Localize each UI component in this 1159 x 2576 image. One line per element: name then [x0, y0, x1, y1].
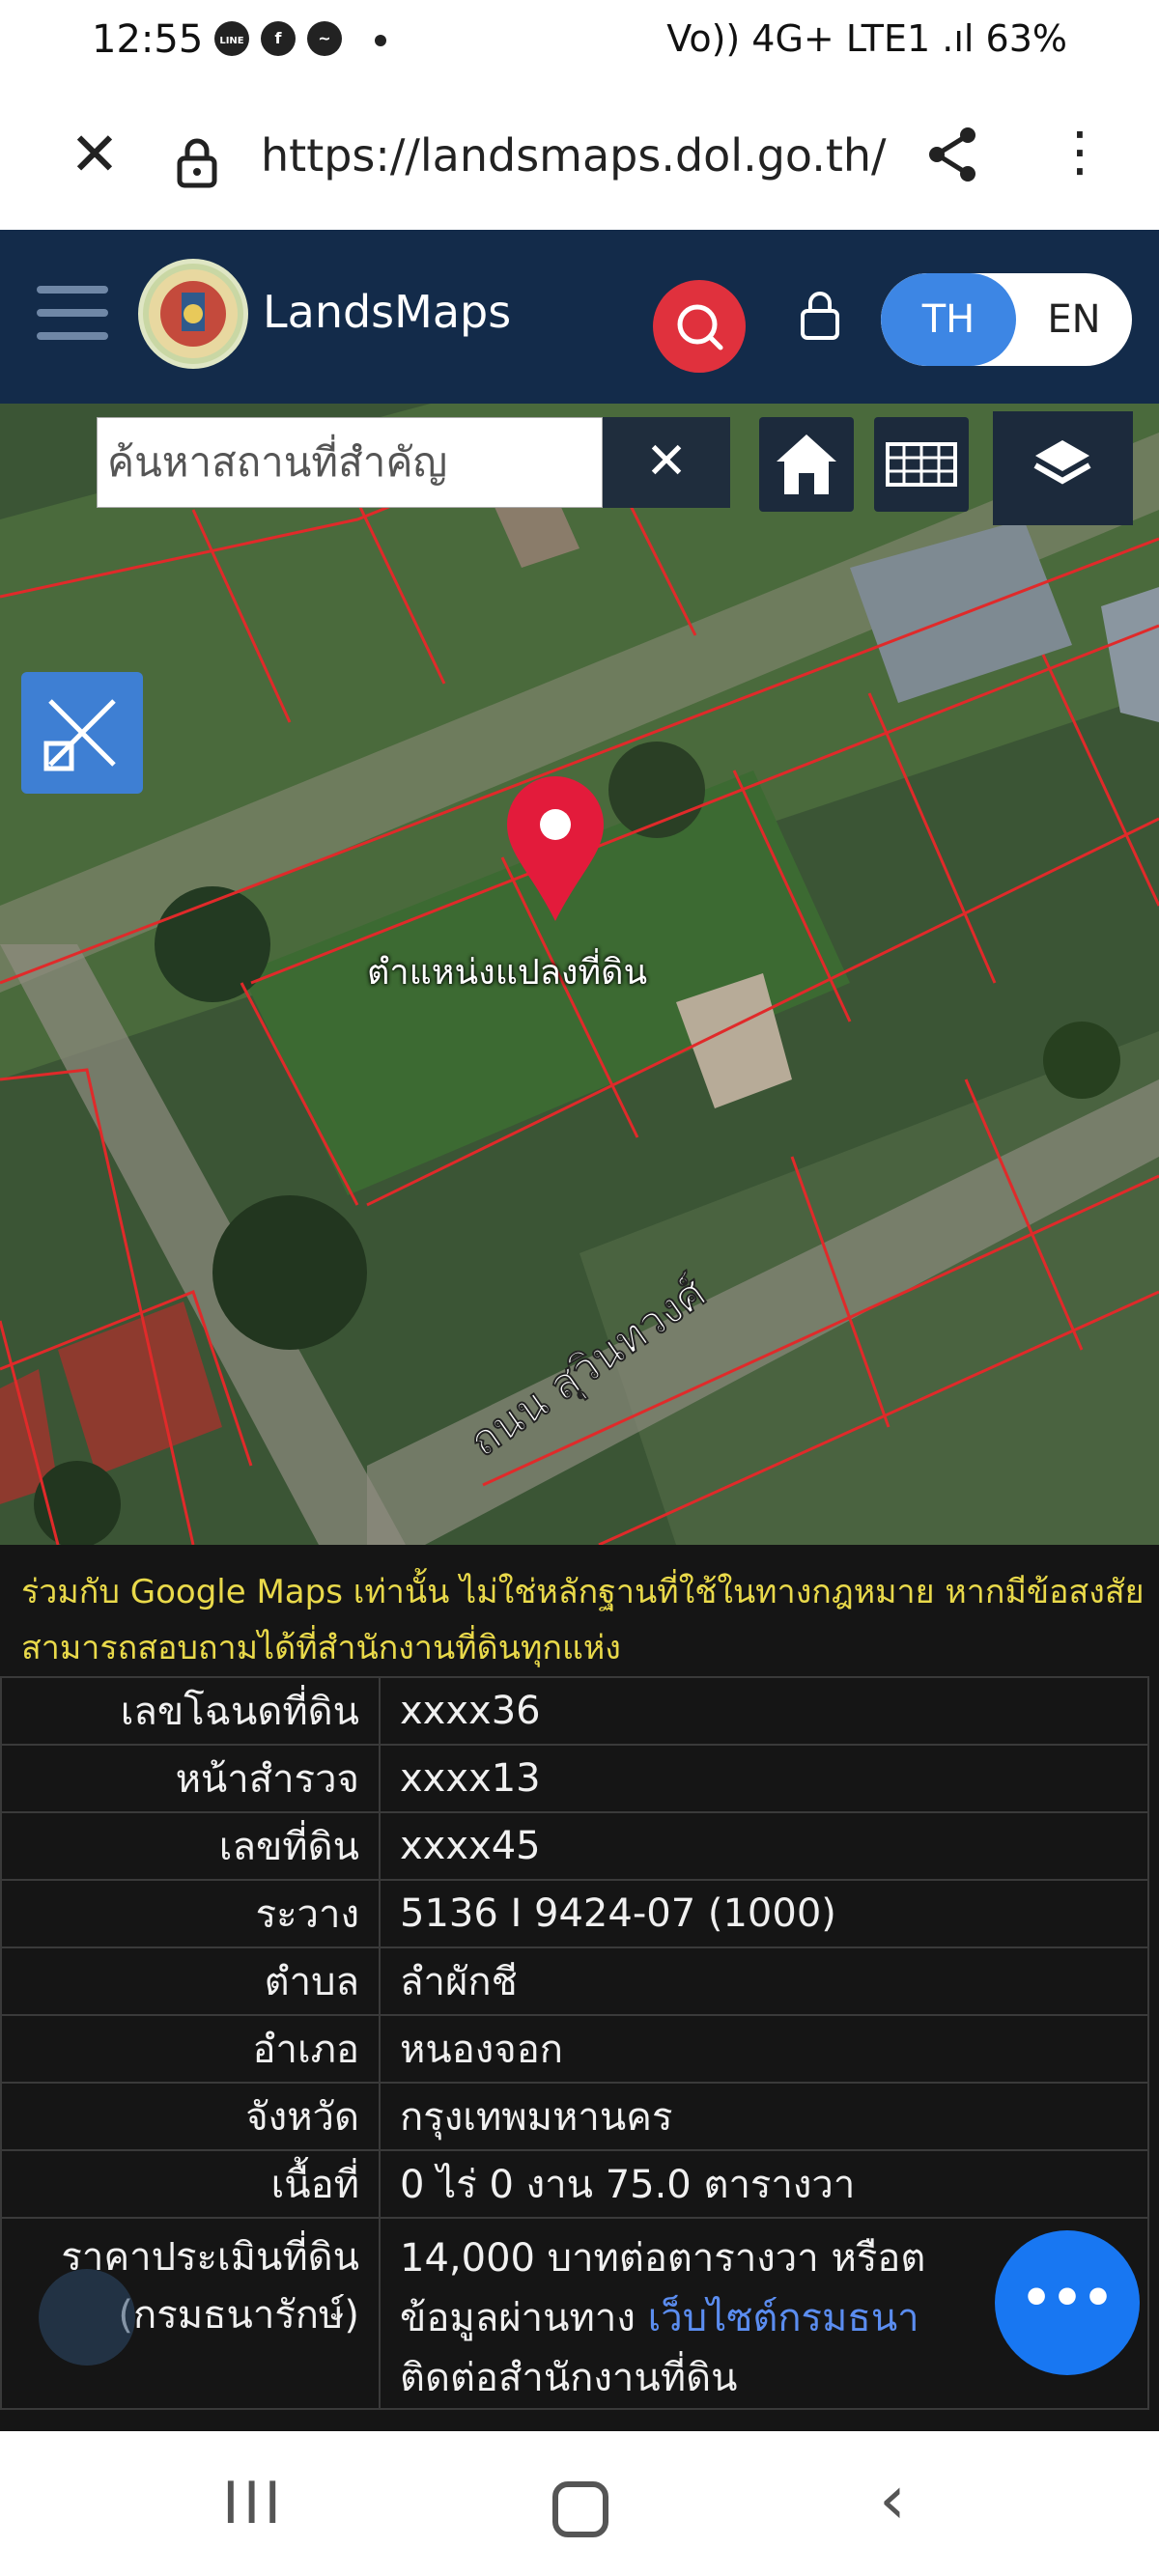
parcel-info-table: เลขโฉนดที่ดิน xxxx36 หน้าสำรวจ xxxx13 เลขท… [0, 1676, 1149, 2410]
row-value: xxxx45 [379, 1811, 1149, 1881]
hamburger-menu-icon[interactable] [37, 286, 108, 344]
status-indicators: Vo)) 4G+ LTE1 .ıl 63% [666, 17, 1067, 60]
close-tab-icon[interactable]: ✕ [70, 125, 120, 184]
row-value: ลำผักชี [379, 1946, 1149, 2016]
facebook-icon: f [261, 21, 296, 56]
android-nav-bar: III ‹ [0, 2431, 1159, 2576]
row-label: อำเภอ [0, 2014, 381, 2084]
recent-apps-icon[interactable]: III [222, 2470, 285, 2537]
dol-logo [138, 259, 248, 369]
table-row: เลขโฉนดที่ดิน xxxx36 [0, 1676, 1149, 1746]
row-label: เลขที่ดิน [0, 1811, 381, 1881]
table-row: หน้าสำรวจ xxxx13 [0, 1744, 1149, 1813]
dot-icon [375, 35, 386, 46]
back-icon[interactable]: ‹ [879, 2460, 906, 2539]
browser-url-bar: ✕ https://landsmaps.dol.go.th/ ⋮ [0, 87, 1159, 230]
price-row: ราคาประเมินที่ดิน (กรมธนารักษ์) 14,000 บ… [0, 2217, 1149, 2410]
ruler-pencil-icon [43, 699, 116, 771]
row-value: 5136 I 9424-07 (1000) [379, 1879, 1149, 1948]
app-header: LandsMaps TH EN [0, 230, 1159, 404]
login-lock-icon[interactable] [798, 290, 842, 346]
price-line2-prefix: ข้อมูลผ่านทาง [400, 2296, 648, 2340]
lock-icon[interactable] [174, 135, 220, 193]
basemap-home-button[interactable] [759, 417, 854, 512]
table-row: อำเภอ หนองจอก [0, 2014, 1149, 2084]
grid-button[interactable] [874, 417, 969, 512]
row-value: xxxx13 [379, 1744, 1149, 1813]
row-label: เลขโฉนดที่ดิน [0, 1676, 381, 1746]
row-label: ตำบล [0, 1946, 381, 2016]
clear-search-icon[interactable]: ✕ [603, 417, 730, 508]
table-row: เนื้อที่ 0 ไร่ 0 งาน 75.0 ตารางวา [0, 2149, 1149, 2219]
layers-button[interactable] [993, 411, 1133, 525]
search-icon [677, 304, 723, 350]
accessibility-icon[interactable] [39, 2269, 135, 2366]
status-bar: 12:55 LINE f ~ Vo)) 4G+ LTE1 .ıl 63% [0, 0, 1159, 87]
more-options-icon[interactable]: ⋮ [1053, 124, 1107, 182]
measure-tool-button[interactable] [21, 672, 143, 794]
legal-disclaimer: ร่วมกับ Google Maps เท่านั้น ไม่ใช่หลักฐ… [21, 1573, 1145, 1667]
row-label: จังหวัด [0, 2082, 381, 2151]
parcel-pin-label: ตำแหน่งแปลงที่ดิน [367, 953, 648, 993]
map-search-input[interactable]: ค้นหาสถานที่สำคัญ [97, 417, 603, 508]
treasury-website-link[interactable]: เว็บไซต์กรมธนา [648, 2296, 919, 2340]
table-row: ระวาง 5136 I 9424-07 (1000) [0, 1879, 1149, 1948]
row-value: หนองจอก [379, 2014, 1149, 2084]
parcel-info-panel: ร่วมกับ Google Maps เท่านั้น ไม่ใช่หลักฐ… [0, 1545, 1159, 2431]
row-label: หน้าสำรวจ [0, 1744, 381, 1813]
lang-th-button[interactable]: TH [881, 273, 1016, 366]
brand-name: LandsMaps [263, 286, 512, 338]
lang-en-button[interactable]: EN [1016, 273, 1132, 366]
search-button[interactable] [653, 280, 746, 373]
row-label: เนื้อที่ [0, 2149, 381, 2219]
road-label-text: ถนน สุวินทวงศ์ [461, 1268, 716, 1467]
table-row: จังหวัด กรุงเทพมหานคร [0, 2082, 1149, 2151]
row-value: 0 ไร่ 0 งาน 75.0 ตารางวา [379, 2149, 1149, 2219]
language-switch: TH EN [881, 273, 1132, 366]
layers-icon [1033, 440, 1091, 485]
row-label: ระวาง [0, 1879, 381, 1948]
grid-icon [886, 442, 957, 487]
chat-more-button[interactable]: ••• [995, 2230, 1140, 2375]
row-value: xxxx36 [379, 1676, 1149, 1746]
home-icon[interactable] [552, 2481, 608, 2537]
table-row: เลขที่ดิน xxxx45 [0, 1811, 1149, 1881]
row-value: กรุงเทพมหานคร [379, 2082, 1149, 2151]
messenger-icon: ~ [307, 21, 342, 56]
share-icon[interactable] [925, 126, 979, 187]
line-icon: LINE [214, 21, 249, 56]
house-icon [777, 434, 836, 494]
url-text[interactable]: https://landsmaps.dol.go.th/ [261, 129, 887, 182]
road-label: ถนน สุวินทวงศ์ [454, 1207, 840, 1520]
status-time: 12:55 [92, 17, 204, 62]
table-row: ตำบล ลำผักชี [0, 1946, 1149, 2016]
